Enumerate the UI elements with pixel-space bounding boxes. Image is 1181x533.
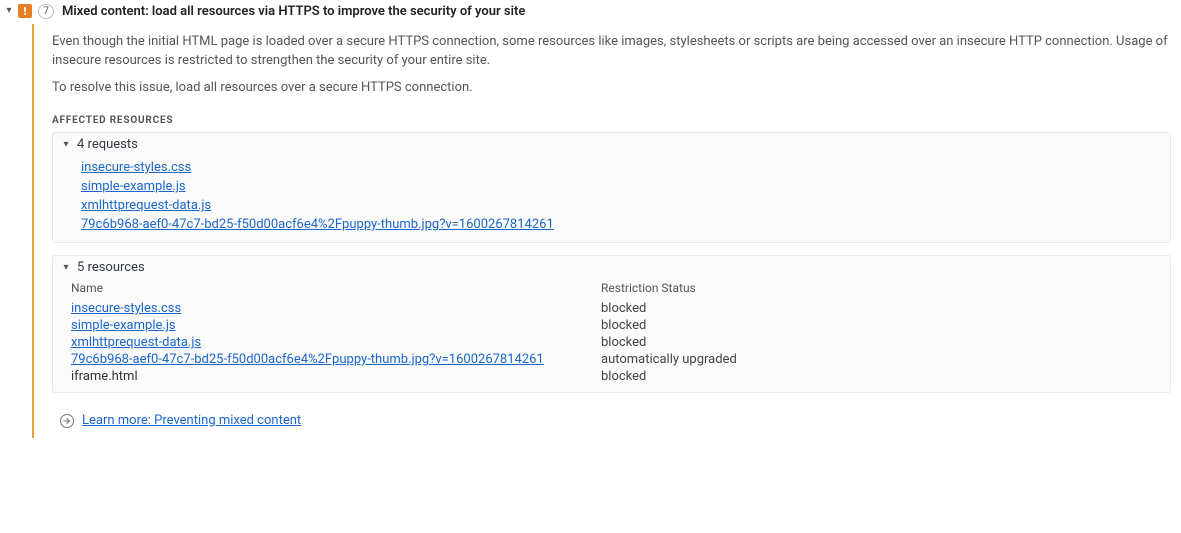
resources-group: ▾ 5 resources Name Restriction Status in… [52, 255, 1171, 393]
resource-status: blocked [601, 335, 1162, 350]
caret-down-icon[interactable]: ▾ [4, 4, 14, 18]
issue-description-1: Even though the initial HTML page is loa… [52, 32, 1171, 70]
learn-more-link[interactable]: Learn more: Preventing mixed content [82, 413, 301, 428]
request-link[interactable]: 79c6b968-aef0-47c7-bd25-f50d00acf6e4%2Fp… [81, 217, 554, 232]
resource-link[interactable]: insecure-styles.css [71, 301, 181, 316]
resource-status: automatically upgraded [601, 352, 1162, 367]
resource-status: blocked [601, 369, 1162, 384]
requests-heading-text: 4 requests [77, 137, 138, 152]
requests-group: ▾ 4 requests insecure-styles.css simple-… [52, 132, 1171, 243]
resource-status: blocked [601, 301, 1162, 316]
arrow-right-circle-icon [60, 414, 74, 428]
issue-title: Mixed content: load all resources via HT… [62, 4, 525, 20]
resource-name-plain: iframe.html [71, 369, 601, 384]
request-link[interactable]: insecure-styles.css [81, 160, 191, 175]
resource-link[interactable]: simple-example.js [71, 318, 176, 333]
request-link[interactable]: simple-example.js [81, 179, 186, 194]
resource-link[interactable]: 79c6b968-aef0-47c7-bd25-f50d00acf6e4%2Fp… [71, 352, 544, 367]
caret-down-icon[interactable]: ▾ [61, 138, 71, 152]
requests-header[interactable]: ▾ 4 requests [53, 133, 1170, 156]
resources-header[interactable]: ▾ 5 resources [53, 256, 1170, 279]
resource-link[interactable]: xmlhttprequest-data.js [71, 335, 201, 350]
resources-table: Name Restriction Status insecure-styles.… [53, 279, 1170, 392]
affected-resources-label: AFFECTED RESOURCES [52, 115, 1171, 126]
issue-body: Even though the initial HTML page is loa… [32, 24, 1181, 438]
caret-down-icon[interactable]: ▾ [61, 261, 71, 275]
issue-description-2: To resolve this issue, load all resource… [52, 78, 1171, 97]
issue-header[interactable]: ▾ ! 7 Mixed content: load all resources … [0, 0, 1181, 24]
request-link[interactable]: xmlhttprequest-data.js [81, 198, 211, 213]
learn-more-row[interactable]: Learn more: Preventing mixed content [52, 413, 1171, 428]
column-header-name: Name [71, 279, 601, 299]
resource-status: blocked [601, 318, 1162, 333]
requests-list: insecure-styles.css simple-example.js xm… [53, 156, 1170, 242]
issue-count-badge: 7 [38, 4, 54, 19]
resources-heading-text: 5 resources [77, 260, 145, 275]
warning-icon: ! [18, 4, 32, 18]
column-header-status: Restriction Status [601, 279, 1162, 299]
